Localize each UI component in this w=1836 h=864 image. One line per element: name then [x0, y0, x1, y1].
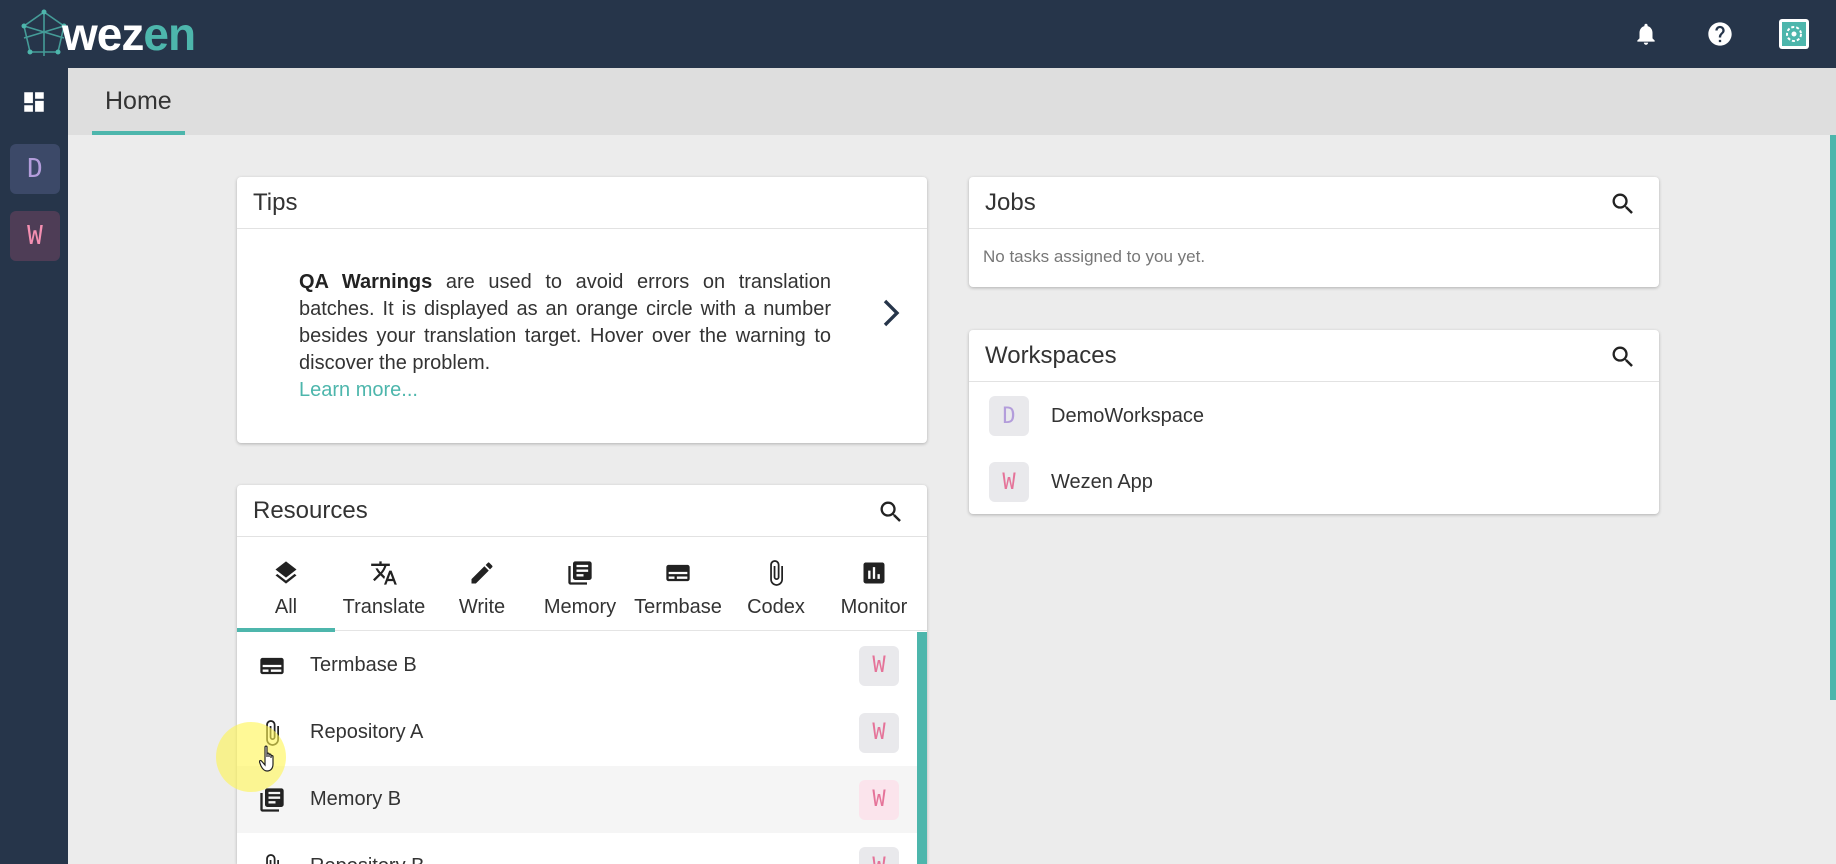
jobs-header: Jobs [969, 177, 1659, 229]
resource-name: Repository A [310, 721, 424, 743]
resource-name: Memory B [310, 788, 402, 810]
jobs-card: Jobs No tasks assigned to you yet. [969, 177, 1659, 287]
workspace-name: DemoWorkspace [1051, 405, 1205, 427]
resource-tab-label: Termbase [634, 596, 722, 618]
profile-avatar-icon[interactable] [1776, 14, 1812, 54]
resource-tab-write[interactable]: Write [433, 538, 531, 631]
workspace-badge: W [859, 645, 899, 686]
resource-tab-label: Write [458, 596, 506, 618]
workspace-badge: W [859, 712, 899, 753]
translate-icon [369, 558, 399, 588]
resource-name: Termbase B [310, 654, 417, 676]
workspace-badge: W [989, 462, 1029, 502]
resource-row[interactable]: Termbase B W [237, 632, 917, 699]
resource-row[interactable]: Memory B W [237, 766, 917, 833]
resources-card: Resources All Translate Write Memory Ter… [237, 485, 927, 864]
resources-title: Resources [253, 496, 368, 524]
tips-bold: QA Warnings [299, 271, 433, 293]
resources-header: Resources [237, 485, 927, 537]
dashboard-icon[interactable] [0, 68, 68, 136]
workspace-badge: W [859, 846, 899, 864]
workspace-name: Wezen App [1051, 471, 1153, 493]
tips-title: Tips [237, 177, 927, 229]
jobs-title: Jobs [985, 188, 1036, 216]
workspace-badge: W [859, 779, 899, 820]
jobs-empty-text: No tasks assigned to you yet. [983, 247, 1206, 266]
resource-tab-termbase[interactable]: Termbase [629, 538, 727, 631]
paperclip-icon [257, 718, 287, 748]
resource-tab-label: Monitor [840, 596, 908, 618]
tips-text: QA Warnings are used to avoid errors on … [299, 269, 831, 404]
resource-row[interactable]: Repository A W [237, 699, 917, 766]
resource-tab-label: All [274, 596, 298, 618]
rail-workspace-w[interactable]: W [10, 211, 60, 261]
resource-tab-monitor[interactable]: Monitor [825, 538, 923, 631]
workspace-badge: D [989, 396, 1029, 436]
learn-more-link[interactable]: Learn more... [299, 377, 831, 404]
pencil-icon [467, 558, 497, 588]
tab-home[interactable]: Home [92, 68, 185, 135]
workspaces-header: Workspaces [969, 330, 1659, 382]
resource-tab-all[interactable]: All [237, 538, 335, 632]
top-bar: wezen [0, 0, 1836, 68]
workspace-row-demo[interactable]: D DemoWorkspace [969, 383, 1659, 449]
rail-workspace-d[interactable]: D [10, 144, 60, 194]
help-icon[interactable] [1702, 14, 1738, 54]
workspaces-card: Workspaces D DemoWorkspace W Wezen App [969, 330, 1659, 514]
resource-tabs: All Translate Write Memory Termbase Code… [237, 538, 927, 632]
library-icon [565, 558, 595, 588]
resource-tab-label: Translate [342, 596, 426, 618]
tips-card: Tips QA Warnings are used to avoid error… [237, 177, 927, 443]
layers-icon [271, 558, 301, 588]
workspaces-title: Workspaces [985, 341, 1117, 369]
page-scrollbar[interactable] [1830, 135, 1836, 700]
tab-bar: Home [68, 68, 1836, 135]
resource-list-scrollbar[interactable] [917, 632, 927, 864]
paperclip-icon [761, 558, 791, 588]
keyboard-icon [663, 558, 693, 588]
resource-name: Repository B [310, 855, 425, 864]
search-icon[interactable] [877, 498, 905, 526]
wezen-logo[interactable]: wezen [18, 6, 196, 62]
resource-tab-label: Codex [747, 596, 805, 618]
library-icon [257, 785, 287, 815]
resource-tab-memory[interactable]: Memory [531, 538, 629, 631]
resource-row[interactable]: Repository B W [237, 833, 917, 864]
left-rail: D W [0, 68, 68, 864]
workspace-row-wezen[interactable]: W Wezen App [969, 449, 1659, 514]
resource-tab-translate[interactable]: Translate [335, 538, 433, 631]
resource-tab-label: Memory [543, 596, 617, 618]
logo-text: wezen [62, 8, 196, 60]
resource-tab-codex[interactable]: Codex [727, 538, 825, 631]
paperclip-icon [257, 852, 287, 864]
resource-list: Termbase B W Repository A W Memory B W R… [237, 632, 927, 864]
search-icon[interactable] [1609, 190, 1637, 218]
chart-icon [859, 558, 889, 588]
chevron-right-icon[interactable] [877, 291, 905, 335]
search-icon[interactable] [1609, 343, 1637, 371]
bell-icon[interactable] [1628, 14, 1664, 54]
keyboard-icon [257, 651, 287, 681]
